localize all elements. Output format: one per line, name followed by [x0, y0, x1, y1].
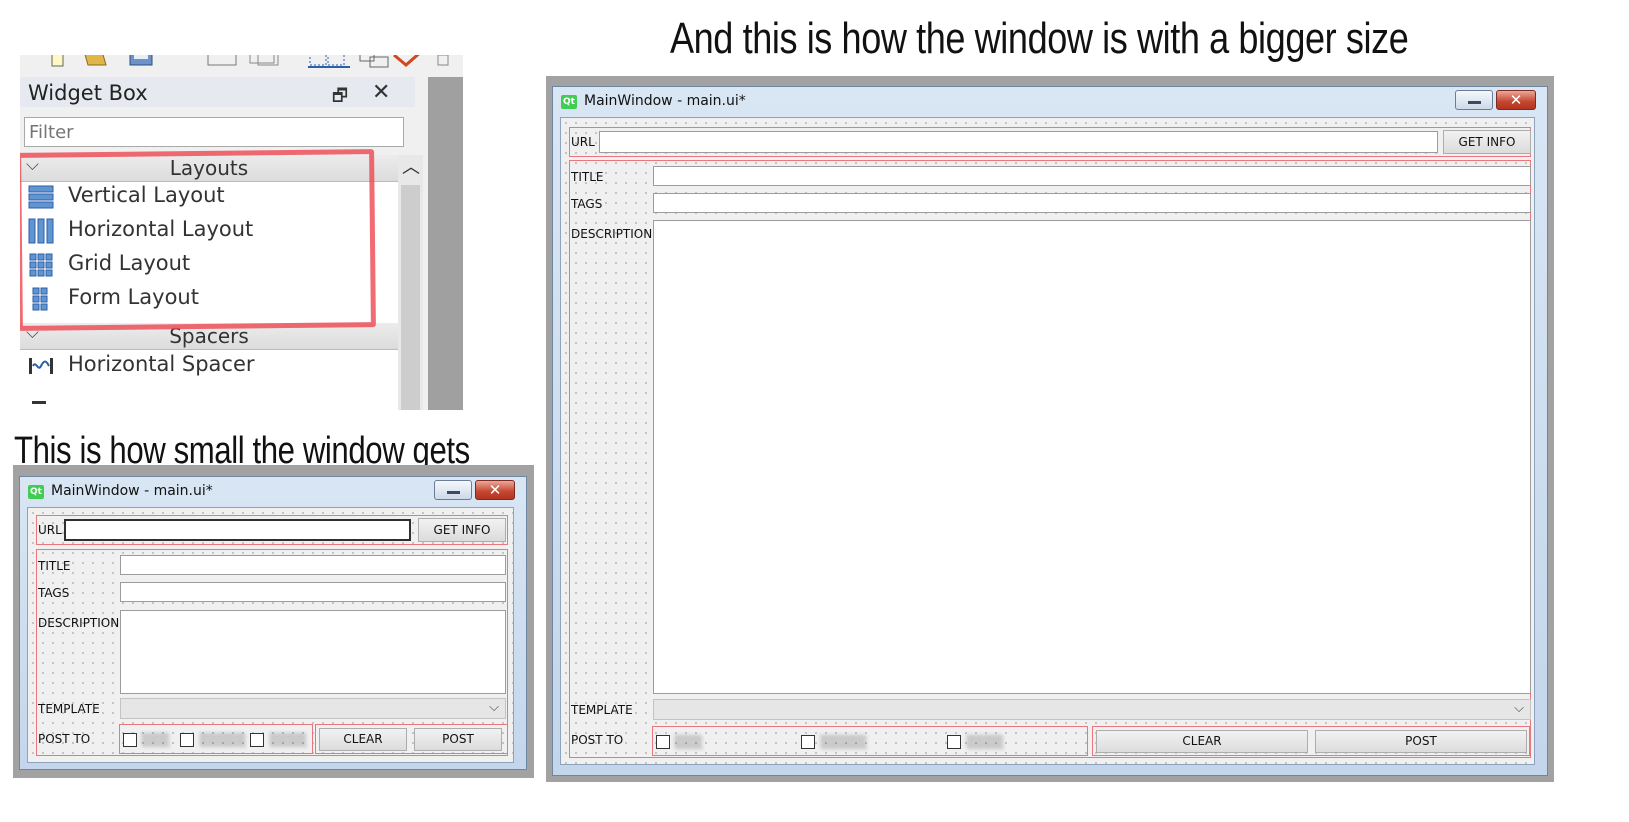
small-window-frame: Qt MainWindow - main.ui* ✕ URL GET INFO …	[13, 465, 534, 778]
overflow-icon[interactable]	[434, 55, 454, 69]
window-titlebar: Qt MainWindow - main.ui* ✕	[553, 87, 1547, 117]
post-to-checkbox-1[interactable]	[123, 733, 137, 747]
form-layout: TITLE TAGS DESCRIPTION TEMPLATE ⌵ POST T…	[569, 160, 1531, 758]
template-combobox[interactable]: ⌵	[653, 699, 1531, 720]
url-input[interactable]	[599, 131, 1438, 153]
url-row-layout: URL GET INFO	[569, 127, 1531, 157]
tags-input[interactable]	[120, 582, 506, 602]
post-to-checkbox-2[interactable]	[180, 733, 194, 747]
title-label: TITLE	[38, 559, 71, 573]
post-to-checkbox-2[interactable]	[801, 735, 815, 749]
qt-app-icon: Qt	[28, 485, 44, 499]
close-button[interactable]: ✕	[475, 480, 515, 500]
widget-box-title: Widget Box	[28, 81, 148, 105]
post-button[interactable]: POST	[414, 728, 502, 751]
url-row-layout: URL GET INFO	[36, 515, 508, 545]
get-info-button[interactable]: GET INFO	[1443, 130, 1531, 154]
open-folder-icon[interactable]	[82, 55, 108, 69]
horizontal-spacer-icon	[29, 358, 53, 374]
tags-label: TAGS	[571, 197, 603, 211]
url-label: URL	[38, 523, 62, 537]
title-input[interactable]	[120, 555, 506, 575]
checkbox-3-label-redacted: ░░░░	[270, 733, 307, 747]
title-label: TITLE	[571, 170, 604, 184]
window-titlebar: Qt MainWindow - main.ui* ✕	[20, 477, 526, 507]
tags-label: TAGS	[38, 586, 70, 600]
vertical-spacer-icon	[32, 401, 46, 404]
designer-canvas-edge	[428, 77, 463, 410]
post-button[interactable]: POST	[1315, 730, 1527, 753]
close-button[interactable]: ✕	[1496, 90, 1536, 110]
post-to-checkbox-layout: ░░░ ░░░░░ ░░░░	[119, 724, 313, 754]
minimize-icon	[447, 491, 460, 494]
chevron-down-icon: ⌵	[489, 700, 499, 715]
template-combobox[interactable]: ⌵	[120, 698, 506, 719]
close-icon[interactable]: ✕	[372, 80, 390, 105]
close-icon: ✕	[488, 481, 502, 499]
template-label: TEMPLATE	[571, 703, 633, 717]
post-to-checkbox-3[interactable]	[250, 733, 264, 747]
qt-app-icon: Qt	[561, 95, 577, 109]
big-window-frame: Qt MainWindow - main.ui* ✕ URL GET INFO …	[546, 76, 1554, 782]
post-to-checkbox-layout: ░░░ ░░░░░ ░░░░	[652, 726, 1088, 756]
new-file-icon[interactable]	[50, 55, 66, 69]
checkbox-2-label-redacted: ░░░░░	[821, 735, 868, 749]
highlight-layouts-box	[20, 149, 376, 331]
filter-input[interactable]	[24, 117, 404, 147]
clear-button[interactable]: CLEAR	[1096, 730, 1308, 753]
widget-box-panel: Widget Box 🗗 ✕ ⌵ Layouts Vertical Layout…	[20, 55, 463, 410]
checkbox-3-label-redacted: ░░░░	[967, 735, 1004, 749]
description-textarea[interactable]	[653, 220, 1531, 694]
signal-slot-icon[interactable]	[246, 55, 282, 69]
close-icon: ✕	[1509, 91, 1523, 109]
save-icon[interactable]	[128, 55, 154, 69]
post-to-checkbox-1[interactable]	[656, 735, 670, 749]
widget-list-scrollbar[interactable]: ︿	[398, 155, 423, 410]
action-buttons-layout: CLEAR POST	[315, 724, 508, 754]
tab-order-icon[interactable]	[356, 55, 392, 69]
title-input[interactable]	[653, 166, 1531, 186]
minimize-button[interactable]	[434, 480, 472, 500]
buddy-edit-icon[interactable]	[306, 55, 352, 69]
caption-bigger-window: And this is how the window is with a big…	[670, 14, 1409, 63]
minimize-icon	[1468, 101, 1481, 104]
scrollbar-thumb[interactable]	[401, 185, 420, 410]
widget-edit-icon[interactable]	[204, 55, 244, 69]
clear-button[interactable]: CLEAR	[319, 728, 407, 751]
get-info-button[interactable]: GET INFO	[418, 518, 506, 542]
tags-input[interactable]	[653, 193, 1531, 213]
minimize-button[interactable]	[1455, 90, 1493, 110]
designer-toolbar	[20, 55, 463, 73]
action-buttons-layout: CLEAR POST	[1092, 726, 1530, 756]
url-input[interactable]	[64, 519, 411, 541]
checkbox-1-label-redacted: ░░░	[675, 735, 703, 749]
description-label: DESCRIPTION	[38, 616, 120, 630]
widget-box-header: Widget Box 🗗 ✕	[20, 77, 415, 107]
post-to-checkbox-3[interactable]	[947, 735, 961, 749]
restore-icon[interactable]: 🗗	[332, 83, 348, 112]
checkbox-2-label-redacted: ░░░░░	[200, 733, 247, 747]
description-textarea[interactable]	[120, 610, 506, 694]
template-label: TEMPLATE	[38, 702, 100, 716]
checkbox-1-label-redacted: ░░░	[142, 733, 170, 747]
chevron-down-icon: ⌵	[1514, 701, 1524, 716]
central-widget: URL GET INFO TITLE TAGS DESCRIPTION TEMP…	[27, 507, 514, 763]
post-to-label: POST TO	[571, 733, 624, 747]
post-to-label: POST TO	[38, 732, 91, 746]
big-main-window: Qt MainWindow - main.ui* ✕ URL GET INFO …	[552, 86, 1548, 776]
url-label: URL	[571, 135, 595, 149]
edit-tab-icon[interactable]	[392, 55, 428, 69]
chevron-up-icon[interactable]: ︿	[402, 153, 420, 179]
small-main-window: Qt MainWindow - main.ui* ✕ URL GET INFO …	[19, 476, 527, 770]
item-label: Horizontal Spacer	[68, 352, 255, 376]
widget-item-horizontal-spacer[interactable]: Horizontal Spacer	[28, 351, 388, 381]
description-label: DESCRIPTION	[571, 227, 653, 241]
window-title: MainWindow - main.ui*	[584, 93, 746, 109]
form-layout: TITLE TAGS DESCRIPTION TEMPLATE ⌵ POST T…	[36, 549, 508, 756]
window-title: MainWindow - main.ui*	[51, 483, 213, 499]
central-widget: URL GET INFO TITLE TAGS DESCRIPTION TEMP…	[560, 117, 1535, 765]
